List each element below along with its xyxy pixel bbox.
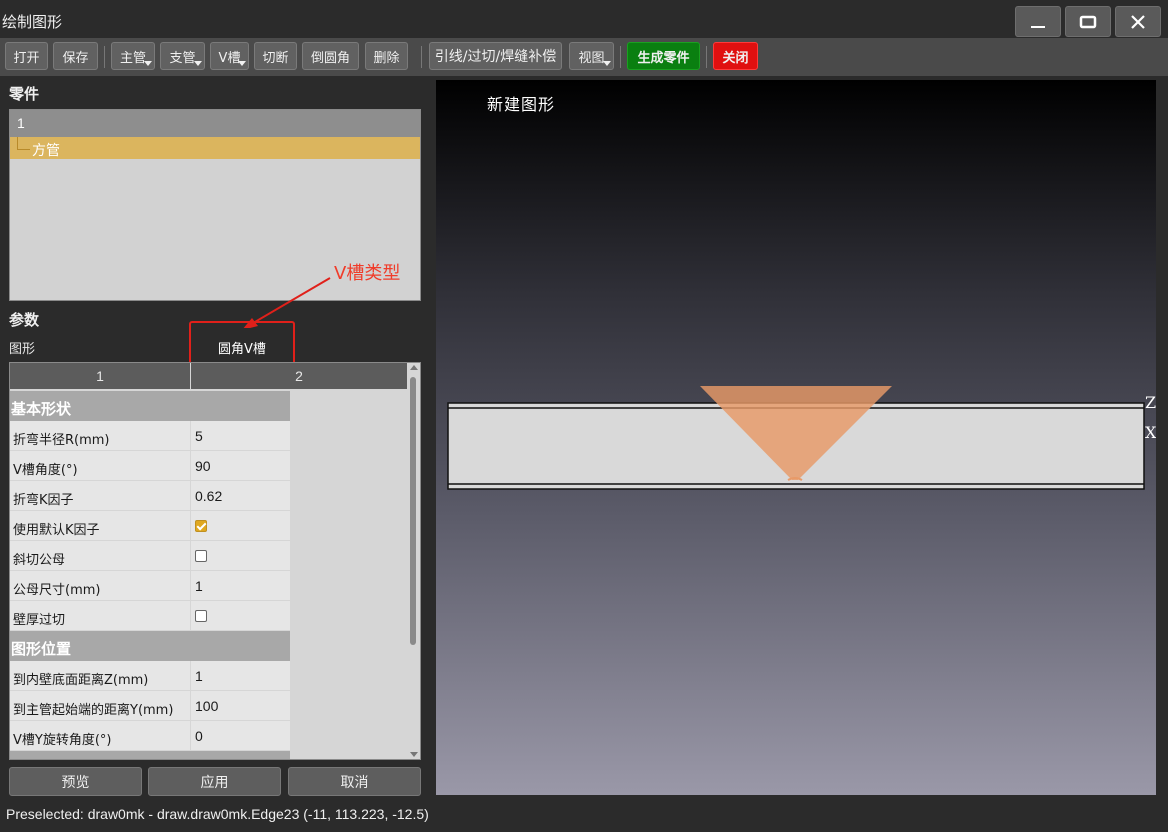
default-k-factor-checkbox[interactable] — [195, 520, 207, 532]
scroll-down-icon[interactable] — [410, 752, 418, 757]
tree-branch-icon — [17, 137, 30, 150]
table-row: 到主管起始端的距离Y(mm) 100 — [10, 691, 290, 721]
maximize-button[interactable] — [1065, 6, 1111, 37]
section-more — [10, 751, 290, 759]
param-value-input[interactable]: 1 — [191, 661, 290, 690]
param-value-input[interactable]: 5 — [191, 421, 290, 450]
save-button[interactable]: 保存 — [53, 42, 98, 70]
v-groove-button[interactable]: V槽 — [210, 42, 249, 70]
parts-tree-item[interactable]: 方管 — [10, 137, 420, 159]
shape-label: 图形 — [9, 342, 36, 357]
param-name: 斜切公母 — [10, 541, 190, 570]
main-pipe-button[interactable]: 主管 — [111, 42, 155, 70]
param-value-input[interactable]: 0.62 — [191, 481, 290, 510]
toolbar-separator — [620, 46, 621, 68]
main-pipe-label: 主管 — [119, 50, 146, 66]
cut-button[interactable]: 切断 — [254, 42, 297, 70]
grid-column-header-2: 2 — [191, 363, 407, 389]
param-value-input[interactable]: 1 — [191, 571, 290, 600]
lead-line-button[interactable]: 引线/过切/焊缝补偿 — [429, 42, 562, 70]
grid-column-header-1: 1 — [10, 363, 190, 389]
branch-pipe-button[interactable]: 支管 — [160, 42, 205, 70]
section-basic-shape: 基本形状 — [10, 391, 290, 421]
param-name: 使用默认K因子 — [10, 511, 190, 540]
axis-x-label: X — [1145, 423, 1156, 442]
toolbar: 打开 保存 主管 支管 V槽 切断 倒圆角 删除 引线/过切/焊缝补偿 视图 生… — [0, 38, 1168, 76]
param-name: V槽角度(°) — [10, 451, 190, 480]
delete-button[interactable]: 删除 — [365, 42, 408, 70]
window-title: 绘制图形 — [2, 14, 63, 31]
table-row: 公母尺寸(mm) 1 — [10, 571, 290, 601]
3d-viewport[interactable]: 新建图形 Z X — [436, 80, 1156, 795]
table-row: 壁厚过切 — [10, 601, 290, 631]
generate-part-button[interactable]: 生成零件 — [627, 42, 700, 70]
param-value-input[interactable]: 100 — [191, 691, 290, 720]
table-row: 折弯半径R(mm) 5 — [10, 421, 290, 451]
param-name: V槽Y旋转角度(°) — [10, 721, 190, 750]
view-button[interactable]: 视图 — [569, 42, 614, 70]
close-icon — [1131, 14, 1145, 29]
bevel-male-female-checkbox[interactable] — [195, 550, 207, 562]
apply-button[interactable]: 应用 — [148, 767, 281, 796]
view-label: 视图 — [578, 50, 605, 66]
table-row: 折弯K因子 0.62 — [10, 481, 290, 511]
grid-scrollbar[interactable] — [407, 363, 420, 759]
parts-column-header: 1 — [10, 110, 420, 137]
table-row: 使用默认K因子 — [10, 511, 290, 541]
wall-overcut-checkbox[interactable] — [195, 610, 207, 622]
pipe-drawing — [447, 386, 1145, 490]
parts-heading: 零件 — [9, 85, 40, 103]
preview-button[interactable]: 预览 — [9, 767, 142, 796]
title-bar: 绘制图形 — [0, 0, 1168, 40]
toolbar-separator — [104, 46, 105, 68]
status-text: Preselected: draw0mk - draw.draw0mk.Edge… — [6, 806, 429, 822]
param-name: 到主管起始端的距离Y(mm) — [10, 691, 190, 720]
dropdown-arrow-icon — [603, 61, 611, 66]
status-bar: Preselected: draw0mk - draw.draw0mk.Edge… — [0, 796, 1168, 832]
table-row: V槽角度(°) 90 — [10, 451, 290, 481]
table-row: 斜切公母 — [10, 541, 290, 571]
close-button[interactable]: 关闭 — [713, 42, 758, 70]
param-name: 折弯半径R(mm) — [10, 421, 190, 450]
cancel-button[interactable]: 取消 — [288, 767, 421, 796]
close-window-button[interactable] — [1115, 6, 1161, 37]
property-grid: 1 2 基本形状 折弯半径R(mm) 5 V槽角度(°) 90 折弯K因子 0.… — [9, 362, 421, 760]
param-name: 到内壁底面距离Z(mm) — [10, 661, 190, 690]
toolbar-separator — [421, 46, 422, 68]
dropdown-arrow-icon — [144, 61, 152, 66]
param-name: 折弯K因子 — [10, 481, 190, 510]
annotation-label: V槽类型 — [334, 263, 401, 284]
fillet-button[interactable]: 倒圆角 — [302, 42, 359, 70]
table-row: V槽Y旋转角度(°) 0 — [10, 721, 290, 751]
param-name: 壁厚过切 — [10, 601, 190, 630]
scroll-thumb[interactable] — [410, 377, 416, 645]
axis-z-label: Z — [1145, 393, 1156, 412]
annotation-arrow-icon — [243, 277, 331, 328]
param-value-input[interactable]: 90 — [191, 451, 290, 480]
part-label: 方管 — [32, 143, 60, 159]
maximize-icon — [1079, 15, 1097, 28]
param-name: 公母尺寸(mm) — [10, 571, 190, 600]
toolbar-separator — [706, 46, 707, 68]
left-panel: 零件 1 方管 参数 图形 圆角V槽 V槽类型 1 2 基本形状 折弯半径R(m… — [0, 76, 432, 796]
branch-pipe-label: 支管 — [169, 50, 196, 66]
param-value-input[interactable]: 0 — [191, 721, 290, 750]
dropdown-arrow-icon — [238, 61, 246, 66]
dropdown-arrow-icon — [194, 61, 202, 66]
scroll-up-icon[interactable] — [410, 365, 418, 370]
open-button[interactable]: 打开 — [5, 42, 48, 70]
params-heading: 参数 — [9, 311, 40, 329]
table-row: 到内壁底面距离Z(mm) 1 — [10, 661, 290, 691]
section-shape-position: 图形位置 — [10, 631, 290, 661]
minimize-icon — [1031, 25, 1045, 28]
minimize-button[interactable] — [1015, 6, 1061, 37]
